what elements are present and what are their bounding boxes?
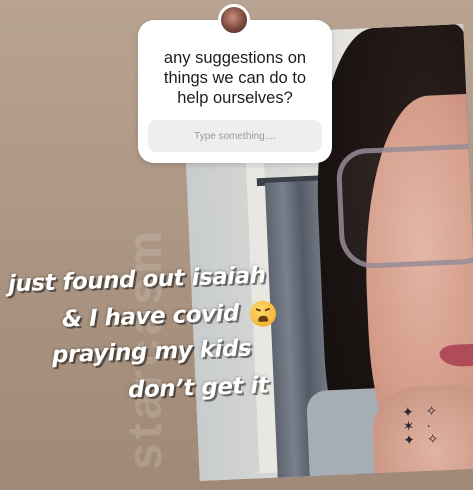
caption-line-3: praying my kids bbox=[51, 335, 252, 369]
caption-line-2-text: & I have covid bbox=[61, 300, 240, 333]
glasses bbox=[335, 143, 473, 270]
story-screen: ✦ ✧ ✶ · ✦ ✧ starcasm any suggestions on th… bbox=[0, 0, 473, 490]
caption-line-1: just found out isaiah bbox=[7, 262, 266, 298]
caption-line-4: don’t get it bbox=[127, 372, 269, 404]
weary-face-icon bbox=[249, 299, 277, 327]
question-text: any suggestions on things we can do to h… bbox=[163, 49, 307, 107]
caption-line-2: & I have covid bbox=[62, 299, 277, 333]
answer-input[interactable]: Type something.... bbox=[148, 120, 322, 152]
avatar bbox=[218, 4, 250, 36]
caption: just found out isaiah & I have covid pra… bbox=[0, 255, 473, 425]
